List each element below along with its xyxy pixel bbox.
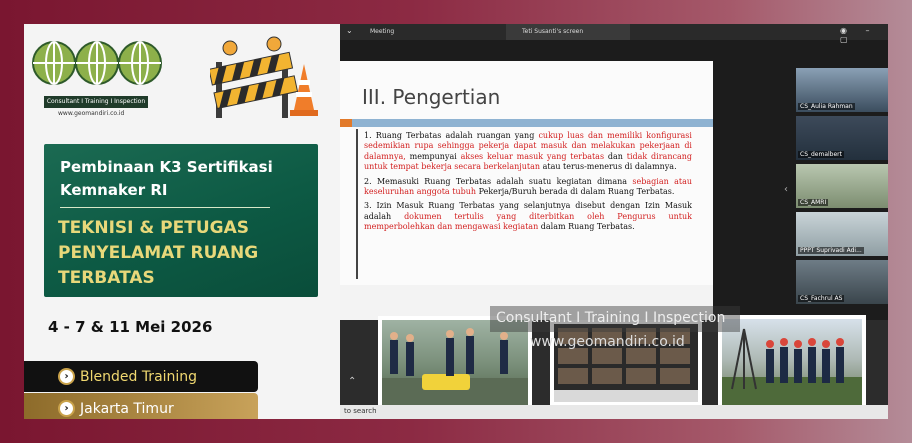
definition-text: dalam Ruang Terbatas. — [538, 222, 635, 232]
training-mode-label: Blended Training — [80, 368, 198, 385]
definition-text: mempunyai — [405, 151, 461, 161]
title-divider — [60, 207, 270, 208]
definition-text: atau terus-menerus di dalamnya. — [540, 162, 677, 172]
definition-text: dan — [604, 151, 627, 161]
definition-highlight: dokumen tertulis yang diterbitkan oleh P… — [364, 211, 693, 232]
slide-heading: III. Pengertian — [362, 85, 501, 109]
course-title-box: Pembinaan K3 Sertifikasi Kemnaker RI TEK… — [44, 144, 318, 297]
training-mode-badge: › Blended Training — [24, 361, 258, 392]
definition-text: Pekerja/Buruh berada di dalam Ruang Terb… — [476, 187, 675, 197]
logo-tagline: Consultant I Training I Inspection — [44, 96, 148, 108]
participant-tile[interactable]: PPPT Suprivadi Adi... — [796, 212, 888, 256]
program-name: Pembinaan K3 Sertifikasi Kemnaker RI — [60, 158, 273, 199]
course-date: 4 - 7 & 11 Mei 2026 — [48, 318, 213, 336]
definition-number: 3. — [364, 201, 377, 211]
road-barrier-illustration — [210, 36, 318, 118]
meeting-screenshot: ⌄ Meeting Teti Susanti's screen ◉ – ▢ II… — [340, 24, 888, 419]
shared-slide: III. Pengertian 1. Ruang Terbatas adalah… — [340, 61, 713, 320]
course-info-panel: Consultant I Training I Inspection www.g… — [24, 24, 340, 419]
definition-number: 2. — [364, 176, 377, 186]
participant-tile[interactable]: CS_Fachrul AS — [796, 260, 888, 304]
definition-highlight: akses keluar masuk yang terbatas — [460, 151, 605, 161]
course-title: TEKNISI & PETUGAS PENYELAMAT RUANG TERBA… — [58, 218, 259, 288]
definition-text: Ruang Terbatas adalah ruangan yang — [375, 131, 539, 140]
participant-name: PPPT Suprivadi Adi... — [798, 247, 864, 254]
definition-text: Memasuki Ruang Terbatas adalah suatu keg… — [376, 176, 633, 186]
tab-meeting[interactable]: Meeting — [370, 28, 394, 35]
chevron-down-icon[interactable]: ⌄ — [346, 26, 353, 35]
definition-item: 3. Izin Masuk Ruang Terbatas yang selanj… — [364, 201, 692, 232]
taskbar-search[interactable]: to search — [340, 405, 888, 419]
participant-name: CS_Aulia Rahman — [798, 103, 855, 110]
participant-tile[interactable]: CS_AMRI — [796, 164, 888, 208]
slide-accent-mark — [340, 119, 352, 127]
chevron-left-icon[interactable]: ‹ — [784, 184, 788, 195]
participant-name: CS_demalbert — [798, 151, 845, 158]
participant-name: CS_Fachrul AS — [798, 295, 845, 302]
meeting-tab-bar: ⌄ Meeting Teti Susanti's screen ◉ – ▢ — [340, 24, 888, 44]
participant-tiles: CS_Aulia Rahman CS_demalbert CS_AMRI PPP… — [796, 68, 888, 308]
company-logo-globes — [32, 41, 162, 85]
zoom-gallery-photo — [550, 320, 702, 406]
watermark-url: www.geomandiri.co.id — [530, 334, 685, 350]
participant-name: CS_AMRI — [798, 199, 829, 206]
slide-definitions: 1. Ruang Terbatas adalah ruangan yang cu… — [356, 129, 696, 279]
definition-number: 1. — [364, 131, 376, 140]
definition-item: 1. Ruang Terbatas adalah ruangan yang cu… — [364, 131, 692, 173]
promo-card: Consultant I Training I Inspection www.g… — [24, 24, 888, 419]
chevron-right-icon: › — [58, 400, 75, 417]
watermark-tagline: Consultant I Training I Inspection — [490, 306, 740, 332]
participant-tile[interactable]: CS_demalbert — [796, 116, 888, 160]
participant-tile[interactable]: CS_Aulia Rahman — [796, 68, 888, 112]
logo-url: www.geomandiri.co.id — [58, 110, 125, 117]
window-controls[interactable]: ◉ – ▢ — [840, 26, 888, 44]
tab-shared-screen[interactable]: Teti Susanti's screen — [506, 24, 630, 40]
slide-accent-bar — [340, 119, 713, 127]
definition-item: 2. Memasuki Ruang Terbatas adalah suatu … — [364, 177, 692, 198]
location-badge: › Jakarta Timur — [24, 393, 258, 419]
location-label: Jakarta Timur — [80, 400, 174, 417]
training-photo-2 — [718, 315, 866, 413]
chevron-up-icon[interactable]: ⌃ — [348, 376, 356, 387]
chevron-right-icon: › — [58, 368, 75, 385]
